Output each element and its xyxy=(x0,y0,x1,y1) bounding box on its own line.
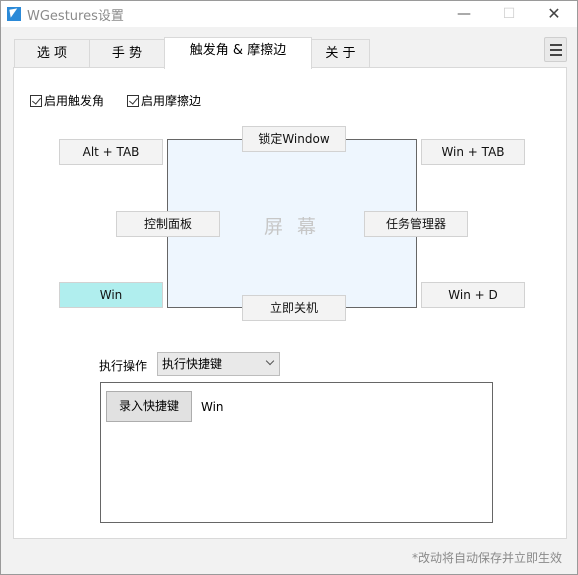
minimize-button[interactable]: — xyxy=(441,1,487,27)
corner-top-left-button[interactable]: Alt + TAB xyxy=(59,139,163,165)
chevron-down-icon xyxy=(265,356,275,366)
record-shortcut-button[interactable]: 录入快捷键 xyxy=(106,391,192,422)
tab-gestures[interactable]: 手 势 xyxy=(89,39,165,68)
hamburger-icon xyxy=(550,44,562,46)
corner-top-right-button[interactable]: Win + TAB xyxy=(421,139,525,165)
checkbox-label: 启用摩擦边 xyxy=(141,94,202,108)
hamburger-icon-bar xyxy=(550,49,562,51)
corner-bottom-left-button[interactable]: Win xyxy=(59,282,163,308)
enable-rub-edges-checkbox[interactable]: 启用摩擦边 xyxy=(127,92,201,109)
window-title: WGestures设置 xyxy=(27,9,124,24)
app-cursor-icon xyxy=(7,7,21,21)
operation-select-value: 执行快捷键 xyxy=(162,357,223,371)
autosave-note: *改动将自动保存并立即生效 xyxy=(411,551,562,565)
checkbox-checked-icon xyxy=(127,94,139,107)
operation-select[interactable]: 执行快捷键 xyxy=(157,352,280,376)
tab-hot-corners-edges[interactable]: 触发角 & 摩擦边 xyxy=(164,37,312,69)
enable-hot-corners-checkbox[interactable]: 启用触发角 xyxy=(30,92,104,109)
checkbox-checked-icon xyxy=(30,94,42,107)
title-bar: WGestures设置 — ☐ ✕ xyxy=(1,1,577,27)
close-button[interactable]: ✕ xyxy=(531,1,577,27)
corner-bottom-right-button[interactable]: Win + D xyxy=(421,282,525,308)
hot-corners-panel: 启用触发角 启用摩擦边 屏 幕 Alt + TAB 锁定Window Win +… xyxy=(13,67,567,539)
checkbox-label: 启用触发角 xyxy=(44,94,105,108)
tab-about[interactable]: 关 于 xyxy=(311,39,370,68)
edge-top-button[interactable]: 锁定Window xyxy=(242,126,346,152)
edge-bottom-button[interactable]: 立即关机 xyxy=(242,295,346,321)
tab-options[interactable]: 选 项 xyxy=(14,39,90,68)
menu-button[interactable] xyxy=(544,37,567,62)
hamburger-icon-bar xyxy=(550,54,562,56)
maximize-button[interactable]: ☐ xyxy=(486,1,532,27)
operation-detail-box: 录入快捷键 Win xyxy=(100,382,493,523)
edge-right-button[interactable]: 任务管理器 xyxy=(364,211,468,237)
operation-label: 执行操作 xyxy=(99,359,148,373)
settings-window: WGestures设置 — ☐ ✕ 选 项 手 势 触发角 & 摩擦边 关 于 … xyxy=(0,0,578,575)
shortcut-value: Win xyxy=(201,400,224,414)
edge-left-button[interactable]: 控制面板 xyxy=(116,211,220,237)
